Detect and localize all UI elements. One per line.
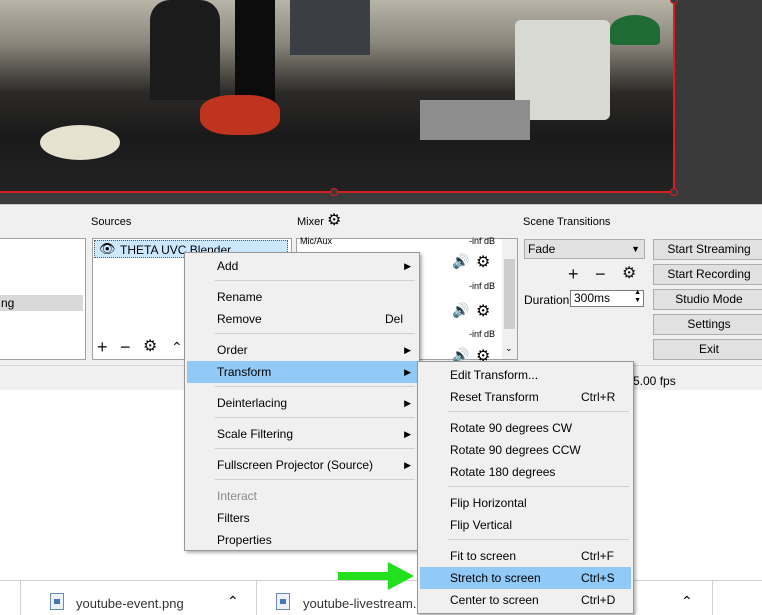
menu-item-add[interactable]: Add ▶ xyxy=(187,255,417,277)
chevron-up-icon[interactable]: ⌃ xyxy=(227,593,239,610)
source-context-menu: Add ▶ Rename Remove Del Order ▶ Transform ▶ … xyxy=(184,252,420,551)
mixer-level: -inf dB xyxy=(469,329,496,339)
download-item[interactable] xyxy=(0,581,21,615)
chevron-right-icon: ▶ xyxy=(404,398,411,408)
exit-button[interactable]: Exit xyxy=(653,339,762,360)
menu-item-transform[interactable]: Transform ▶ xyxy=(187,361,417,383)
image-file-icon xyxy=(276,593,290,610)
add-source-icon[interactable]: + xyxy=(97,338,108,356)
menu-item-rotate-ccw[interactable]: Rotate 90 degrees CCW xyxy=(420,439,631,461)
menu-item-rotate-180[interactable]: Rotate 180 degrees xyxy=(420,461,631,483)
dropdown-arrow-icon: ▼ xyxy=(631,244,640,254)
mixer-channel-label: Mic/Aux xyxy=(300,236,333,246)
menu-item-reset-transform[interactable]: Reset Transform Ctrl+R xyxy=(420,386,631,408)
source-settings-gear-icon[interactable]: ⚙ xyxy=(143,338,157,356)
volume-icon[interactable]: 🔊 xyxy=(452,302,469,319)
move-up-icon[interactable]: ⌃ xyxy=(171,338,183,356)
menu-item-rename[interactable]: Rename xyxy=(187,286,417,308)
chevron-up-icon[interactable]: ⌃ xyxy=(681,593,693,610)
mixer-level: -inf dB xyxy=(469,281,496,291)
settings-button[interactable]: Settings xyxy=(653,314,762,335)
download-filename: youtube-livestream.png xyxy=(303,596,421,611)
menu-item-properties[interactable]: Properties xyxy=(187,529,417,551)
menu-item-remove[interactable]: Remove Del xyxy=(187,308,417,330)
duration-spinbox[interactable]: 300ms ▲ ▼ xyxy=(570,289,644,307)
eye-icon[interactable]: 👁 xyxy=(99,241,116,257)
menu-item-fullscreen-projector[interactable]: Fullscreen Projector (Source) ▶ xyxy=(187,454,417,476)
resize-handle[interactable] xyxy=(670,0,678,4)
menu-item-stretch-to-screen[interactable]: Stretch to screen Ctrl+S xyxy=(420,567,631,589)
menu-item-center-to-screen[interactable]: Center to screen Ctrl+D xyxy=(420,589,631,611)
mixer-gear-icon[interactable]: ⚙ xyxy=(327,210,341,230)
mixer-title: Mixer xyxy=(297,216,324,228)
image-file-icon xyxy=(50,593,64,610)
source-selection-frame xyxy=(0,0,675,193)
duration-value: 300ms xyxy=(574,291,611,305)
transition-gear-icon[interactable]: ⚙ xyxy=(622,265,636,283)
green-pointer-arrow-icon xyxy=(338,562,414,590)
chevron-right-icon: ▶ xyxy=(404,429,411,439)
spin-arrows-icon[interactable]: ▲ ▼ xyxy=(634,289,641,305)
remove-source-icon[interactable]: − xyxy=(120,338,131,356)
download-filename: youtube-event.png xyxy=(76,596,184,611)
resize-handle[interactable] xyxy=(330,188,338,196)
menu-item-rotate-cw[interactable]: Rotate 90 degrees CW xyxy=(420,417,631,439)
scene-item-label: ng xyxy=(1,296,15,310)
chevron-right-icon: ▶ xyxy=(404,345,411,355)
transform-submenu: Edit Transform... Reset Transform Ctrl+R … xyxy=(417,361,634,614)
menu-item-deinterlacing[interactable]: Deinterlacing ▶ xyxy=(187,392,417,414)
menu-item-filters[interactable]: Filters xyxy=(187,507,417,529)
mixer-scrollbar[interactable]: ⌄ xyxy=(502,239,517,359)
download-item[interactable]: youtube-event.png ⌃ xyxy=(30,581,257,615)
channel-gear-icon[interactable]: ⚙ xyxy=(476,252,490,272)
channel-gear-icon[interactable]: ⚙ xyxy=(476,301,490,321)
transitions-title: Scene Transitions xyxy=(523,216,611,228)
menu-item-edit-transform[interactable]: Edit Transform... xyxy=(420,364,631,386)
menu-item-order[interactable]: Order ▶ xyxy=(187,339,417,361)
menu-item-fit-to-screen[interactable]: Fit to screen Ctrl+F xyxy=(420,545,631,567)
preview-canvas[interactable] xyxy=(0,0,762,204)
add-transition-icon[interactable]: + xyxy=(568,265,579,283)
menu-item-flip-vertical[interactable]: Flip Vertical xyxy=(420,514,631,536)
menu-item-flip-horizontal[interactable]: Flip Horizontal xyxy=(420,492,631,514)
start-streaming-button[interactable]: Start Streaming xyxy=(653,239,762,260)
fps-readout: 5.00 fps xyxy=(633,374,676,388)
transition-select[interactable]: Fade ▼ xyxy=(524,239,645,259)
chevron-right-icon: ▶ xyxy=(404,261,411,271)
menu-item-interact: Interact xyxy=(217,489,258,503)
duration-label: Duration xyxy=(524,293,570,307)
menu-item-scale-filtering[interactable]: Scale Filtering ▶ xyxy=(187,423,417,445)
resize-handle[interactable] xyxy=(670,188,678,196)
remove-transition-icon[interactable]: − xyxy=(595,265,606,283)
scenes-list[interactable]: ng xyxy=(0,238,86,360)
studio-mode-button[interactable]: Studio Mode xyxy=(653,289,762,310)
chevron-right-icon: ▶ xyxy=(404,367,411,377)
scene-item-selected[interactable]: ng xyxy=(0,295,83,311)
chevron-right-icon: ▶ xyxy=(404,460,411,470)
start-recording-button[interactable]: Start Recording xyxy=(653,264,762,285)
mixer-level: -inf dB xyxy=(469,236,496,246)
transition-selected: Fade xyxy=(528,242,556,256)
sources-title: Sources xyxy=(91,216,132,228)
volume-icon[interactable]: 🔊 xyxy=(452,253,469,270)
